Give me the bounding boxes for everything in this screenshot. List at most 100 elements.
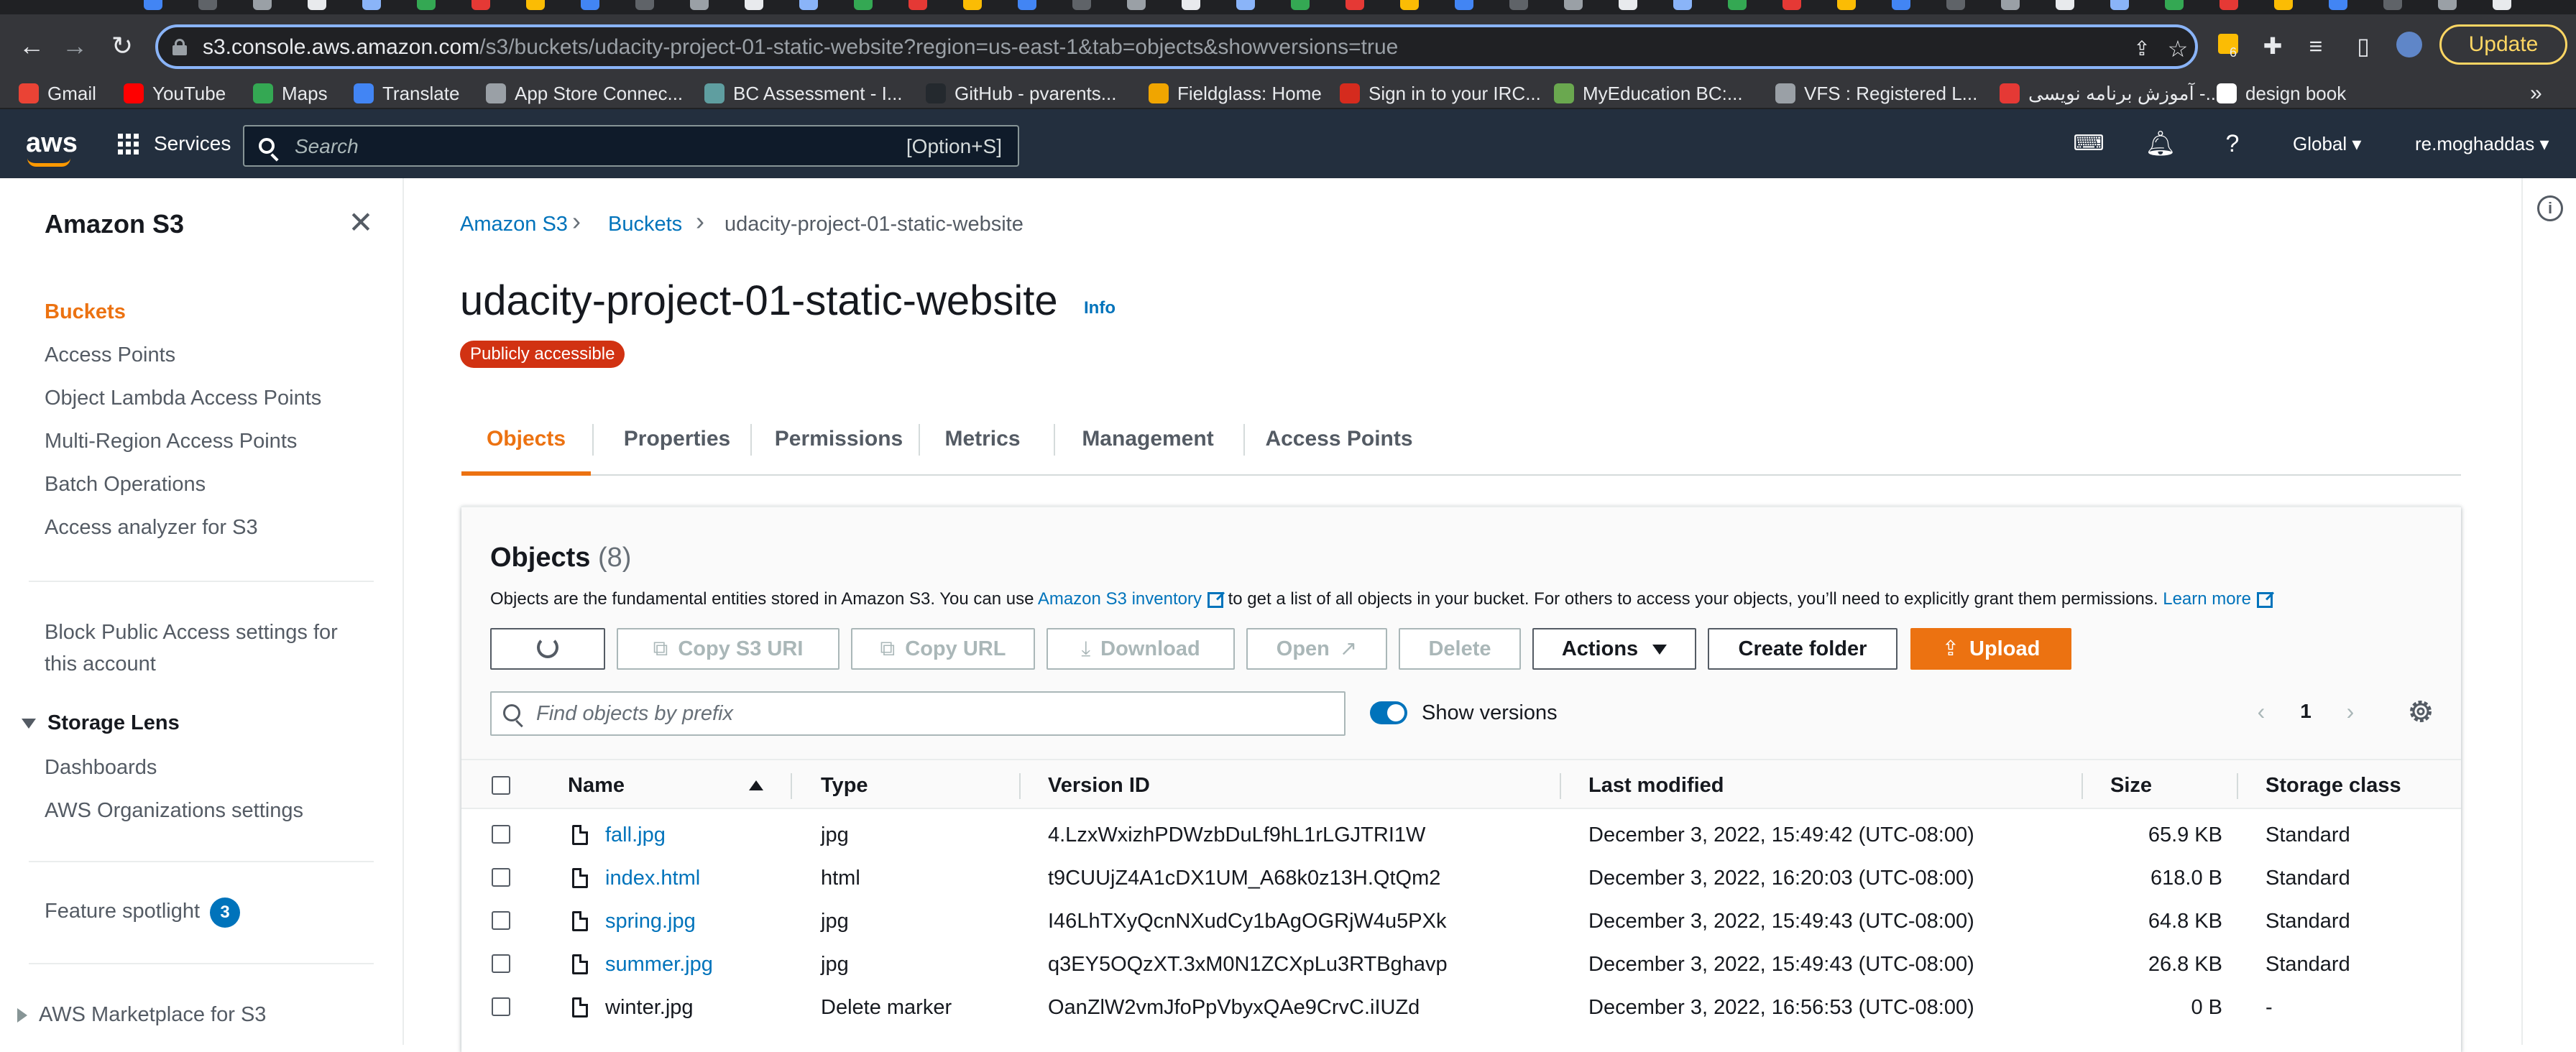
browser-tab-favicon[interactable] xyxy=(854,0,873,10)
browser-tab-favicon[interactable] xyxy=(1619,0,1637,10)
services-grid-icon[interactable] xyxy=(118,134,139,155)
account-menu[interactable]: re.moghaddas ▾ xyxy=(2415,131,2549,157)
side-panel-icon[interactable]: ▯ xyxy=(2349,32,2378,60)
sidebar-item-dashboards[interactable]: Dashboards xyxy=(45,753,157,782)
browser-tab-favicon[interactable] xyxy=(2220,0,2238,10)
copy-url-button[interactable]: ⧉ Copy URL xyxy=(851,628,1035,670)
browser-tab-favicon[interactable] xyxy=(144,0,162,10)
browser-tab-favicon[interactable] xyxy=(1455,0,1473,10)
browser-tab-favicon[interactable] xyxy=(2165,0,2184,10)
page-number[interactable]: 1 xyxy=(2291,694,2320,729)
table-row[interactable]: spring.jpg jpg I46LhTXyQcnNXudCy1bAgOGRjW4… xyxy=(461,900,2461,943)
row-checkbox[interactable] xyxy=(492,911,510,930)
browser-tab-favicon[interactable] xyxy=(308,0,326,10)
browser-tab-favicon[interactable] xyxy=(690,0,709,10)
info-link[interactable]: Info xyxy=(1084,297,1116,319)
aws-logo[interactable]: aws xyxy=(26,129,78,167)
sidebar-item-block-public-access[interactable]: Block Public Access settings for this ac… xyxy=(45,617,361,680)
browser-tab-favicon[interactable] xyxy=(2383,0,2402,10)
show-versions-toggle[interactable] xyxy=(1370,701,1407,724)
browser-tab-favicon[interactable] xyxy=(1728,0,1747,10)
browser-tab-favicon[interactable] xyxy=(1892,0,1910,10)
browser-tab-favicon[interactable] xyxy=(1564,0,1583,10)
browser-tab-favicon[interactable] xyxy=(1346,0,1364,10)
browser-tab-favicon[interactable] xyxy=(635,0,654,10)
browser-tab-favicon[interactable] xyxy=(1291,0,1310,10)
column-divider[interactable] xyxy=(1560,773,1561,799)
row-checkbox[interactable] xyxy=(492,868,510,887)
browser-tab-favicon[interactable] xyxy=(581,0,599,10)
sidebar-item-object-lambda[interactable]: Object Lambda Access Points xyxy=(45,384,321,412)
row-checkbox[interactable] xyxy=(492,954,510,973)
bookmark-item[interactable]: BC Assessment - I... xyxy=(704,79,903,108)
column-divider[interactable] xyxy=(2237,773,2238,799)
sidebar-item-marketplace[interactable]: AWS Marketplace for S3 xyxy=(17,1000,266,1029)
cloudshell-icon[interactable]: ⌨ xyxy=(2073,128,2104,160)
table-row[interactable]: index.html html t9CUUjZ4A1cDX1UM_A68k0z13H… xyxy=(461,857,2461,900)
column-divider[interactable] xyxy=(2082,773,2083,799)
object-name[interactable]: spring.jpg xyxy=(605,900,696,943)
services-menu[interactable]: Services xyxy=(154,129,231,158)
actions-dropdown[interactable]: Actions xyxy=(1532,628,1696,670)
sidebar-item-multi-region[interactable]: Multi-Region Access Points xyxy=(45,427,297,456)
browser-tab-favicon[interactable] xyxy=(198,0,217,10)
info-icon[interactable]: i xyxy=(2537,195,2563,221)
aws-search-input[interactable]: Search [Option+S] xyxy=(243,125,1019,167)
browser-tab-favicon[interactable] xyxy=(745,0,763,10)
notifications-bell-icon[interactable]: 🔔︎ xyxy=(2145,128,2176,160)
sort-ascending-icon[interactable] xyxy=(749,780,763,790)
browser-tab-favicon[interactable] xyxy=(1673,0,1692,10)
back-icon[interactable]: ← xyxy=(16,30,47,62)
column-header-last-modified[interactable]: Last modified xyxy=(1588,760,1724,811)
tab-access-points[interactable]: Access Points xyxy=(1249,402,1429,476)
browser-tab-favicon[interactable] xyxy=(1509,0,1528,10)
update-button[interactable]: Update xyxy=(2439,24,2567,65)
bookmark-item[interactable]: MyEducation BC:... xyxy=(1554,79,1743,108)
column-header-version-id[interactable]: Version ID xyxy=(1048,760,1150,811)
browser-tab-favicon[interactable] xyxy=(253,0,272,10)
browser-tab-favicon[interactable] xyxy=(2438,0,2457,10)
bookmark-item[interactable]: Maps xyxy=(253,79,328,108)
close-icon[interactable]: ✕ xyxy=(345,207,377,239)
address-bar[interactable]: s3.console.aws.amazon.com/s3/buckets/uda… xyxy=(155,24,2198,69)
breadcrumb-buckets[interactable]: Buckets xyxy=(608,210,682,239)
bookmark-item[interactable]: design book xyxy=(2217,79,2346,108)
sidebar-item-access-points[interactable]: Access Points xyxy=(45,341,175,369)
browser-tab-favicon[interactable] xyxy=(1018,0,1036,10)
browser-tab-favicon[interactable] xyxy=(2001,0,2020,10)
bookmark-item[interactable]: VFS : Registered L... xyxy=(1775,79,1977,108)
column-header-storage-class[interactable]: Storage class xyxy=(2266,760,2401,811)
bookmarks-overflow-icon[interactable]: » xyxy=(2530,79,2542,108)
sidebar-item-organizations-settings[interactable]: AWS Organizations settings xyxy=(45,796,303,825)
browser-tab-favicon[interactable] xyxy=(1182,0,1200,10)
column-divider[interactable] xyxy=(791,773,792,799)
bookmark-item[interactable]: App Store Connec... xyxy=(486,79,683,108)
browser-tab-favicon[interactable] xyxy=(963,0,982,10)
bookmark-item[interactable]: Sign in to your IRC... xyxy=(1340,79,1541,108)
browser-tab-favicon[interactable] xyxy=(2274,0,2293,10)
browser-tab-favicon[interactable] xyxy=(362,0,381,10)
extension-notes-icon[interactable]: 6 xyxy=(2214,32,2242,60)
column-header-name[interactable]: Name xyxy=(568,760,625,811)
inventory-link[interactable]: Amazon S3 inventory xyxy=(1038,589,1202,609)
bookmark-star-icon[interactable]: ☆ xyxy=(2165,36,2191,62)
help-icon[interactable]: ? xyxy=(2217,128,2248,160)
table-row[interactable]: winter.jpg Delete marker OanZlW2vmJfoPpVby… xyxy=(461,986,2461,1029)
sidebar-section-storage-lens[interactable]: Storage Lens xyxy=(22,709,180,737)
previous-page-icon[interactable]: ‹ xyxy=(2247,694,2276,729)
browser-tab-favicon[interactable] xyxy=(799,0,818,10)
region-selector[interactable]: Global ▾ xyxy=(2293,131,2361,157)
bookmark-item[interactable]: GitHub - pvarents... xyxy=(926,79,1116,108)
object-name[interactable]: fall.jpg xyxy=(605,813,666,857)
tab-properties[interactable]: Properties xyxy=(602,402,752,476)
tab-management[interactable]: Management xyxy=(1058,402,1238,476)
table-row[interactable]: summer.jpg jpg q3EY5OQzXT.3xM0N1ZCXpLu3RTB… xyxy=(461,943,2461,986)
browser-tab-favicon[interactable] xyxy=(472,0,490,10)
copy-s3-uri-button[interactable]: ⧉ Copy S3 URI xyxy=(617,628,840,670)
object-search[interactable] xyxy=(490,691,1346,736)
create-folder-button[interactable]: Create folder xyxy=(1708,628,1898,670)
upload-button[interactable]: ⇪ Upload xyxy=(1910,628,2071,670)
column-divider[interactable] xyxy=(1019,773,1021,799)
browser-tab-favicon[interactable] xyxy=(2493,0,2511,10)
browser-tab-favicon[interactable] xyxy=(1946,0,1965,10)
